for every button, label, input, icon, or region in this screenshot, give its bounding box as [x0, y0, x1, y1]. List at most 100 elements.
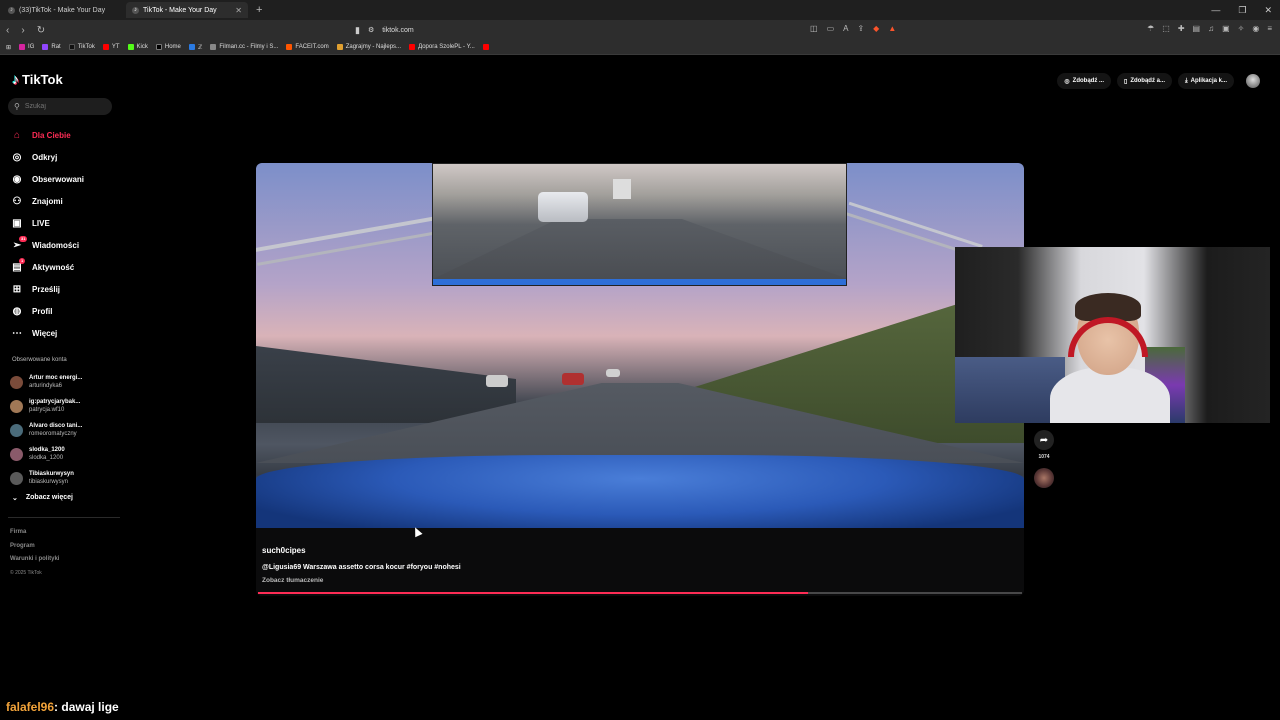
youtube-icon [102, 44, 109, 50]
translate-link[interactable]: Zobacz tłumaczenie [262, 577, 323, 584]
logo-text: TikTok [22, 71, 63, 87]
sidebar-icon[interactable]: ▤ [1193, 24, 1201, 33]
bookmark-szolepl[interactable]: Дорога SzolePL - Y... [409, 44, 475, 50]
extension-icon[interactable]: ☂ [1147, 24, 1154, 33]
user-avatar[interactable] [1246, 74, 1260, 88]
faceit-icon [286, 44, 293, 50]
close-window-icon[interactable]: ✕ [1264, 5, 1272, 16]
followed-account[interactable]: ig:patrycjarybak... patrycja.wf10 [10, 394, 120, 418]
minimize-icon[interactable]: — [1211, 5, 1220, 16]
back-icon[interactable]: ‹ [6, 25, 9, 36]
bookmark-z[interactable]: ℤ [188, 44, 202, 51]
cast-icon[interactable]: ▭ [827, 24, 835, 33]
puzzle-icon[interactable]: ✚ [1178, 24, 1185, 33]
reader-icon[interactable]: ◫ [810, 24, 818, 33]
footer-link-terms[interactable]: Warunki i polityki [10, 553, 59, 567]
sidebar-item-wiecej[interactable]: ⋯ Więcej [10, 322, 120, 344]
sidebar-nav: ⌂ Dla Ciebie ◎ Odkryj ◉ Obserwowani ⚇ Zn… [10, 124, 120, 344]
footer-link-firma[interactable]: Firma [10, 526, 59, 540]
menu-icon[interactable]: ≡ [1267, 24, 1272, 33]
browser-tab-2[interactable]: ♪ TikTok - Make Your Day ✕ [126, 2, 248, 18]
bookmark-yt[interactable]: YT [102, 44, 120, 50]
video-description: @Ligusia69 Warszawa assetto corsa kocur … [262, 564, 461, 571]
footer-link-program[interactable]: Program [10, 540, 59, 554]
brave-rewards-icon[interactable]: ▲ [888, 24, 896, 33]
followed-account[interactable]: Artur moc energi... arturindyka6 [10, 370, 120, 394]
share-button[interactable]: ➦ [1034, 430, 1054, 450]
sidebar-footer: Firma Program Warunki i polityki © 2025 … [10, 526, 59, 580]
see-more-label: Zobacz więcej [25, 494, 73, 501]
apps-icon[interactable]: ⊞ [6, 44, 11, 51]
desktop-app-button[interactable]: ⤓ Aplikacja k... [1177, 73, 1234, 89]
browser-tab-1[interactable]: ♪ (33)TikTok - Make Your Day [2, 2, 124, 18]
tiktok-icon [68, 44, 75, 50]
restore-icon[interactable]: ❐ [1238, 5, 1246, 16]
video-player[interactable]: such0cipes @Ligusia69 Warszawa assetto c… [256, 163, 1024, 596]
coin-icon: ◎ [1064, 78, 1070, 85]
account-name: Tibiaskurwysyn [29, 471, 74, 477]
sidebar-item-live[interactable]: ▣ LIVE [10, 212, 120, 234]
globe-icon [210, 44, 217, 50]
account-username: slodka_1200 [29, 455, 64, 461]
bookmark-kick[interactable]: Kick [127, 44, 148, 50]
chevron-down-icon: ⌄ [12, 495, 18, 502]
twitch-icon [42, 44, 49, 50]
bookmark-label: IG [28, 44, 35, 50]
bookmark-extra[interactable] [482, 44, 489, 50]
sidebar-item-przeslij[interactable]: ⊞ Prześlij [10, 278, 120, 300]
tab-title: (33)TikTok - Make Your Day [19, 6, 106, 14]
sidebar-item-wiadomosci[interactable]: ➢ 31 Wiadomości [10, 234, 120, 256]
sidebar-item-znajomi[interactable]: ⚇ Znajomi [10, 190, 120, 212]
vpn-icon[interactable]: ◉ [1252, 24, 1259, 33]
brave-shield-icon[interactable]: ◆ [873, 24, 879, 33]
music-disc-icon[interactable] [1034, 468, 1054, 488]
new-tab-icon[interactable]: + [256, 4, 262, 16]
bookmark-label: Home [164, 44, 181, 50]
video-progress-bar[interactable] [258, 592, 1022, 594]
bookmark-rat[interactable]: Rat [42, 44, 61, 50]
copyright: © 2025 TikTok [10, 569, 42, 576]
tab-close-icon[interactable]: ✕ [235, 6, 242, 15]
sidebar-item-label: Prześlij [32, 284, 61, 294]
bookmark-ig[interactable]: IG [19, 44, 34, 50]
pill-label: Zdobądź a... [1130, 78, 1165, 84]
forward-icon[interactable]: › [21, 25, 24, 36]
tiktok-logo[interactable]: ♪ TikTok [12, 71, 63, 87]
address-icons: ◫ ▭ A ⇪ ◆ ▲ [810, 24, 896, 33]
bookmark-home[interactable]: Home [155, 44, 181, 50]
bookmark-zagrajmy[interactable]: Zagrajmy - Najleps... [336, 44, 401, 50]
avatar [10, 447, 23, 461]
followed-account[interactable]: Tibiaskurwysyn tibiaskurwysyn [10, 466, 120, 490]
site-info-icon[interactable]: ⚙ [368, 26, 374, 34]
search-input[interactable] [24, 103, 95, 110]
search-box[interactable]: ⚲ [8, 98, 112, 115]
sidebar-item-label: Znajomi [32, 196, 63, 206]
chat-text: : dawaj lige [54, 700, 119, 714]
translate-icon[interactable]: A [843, 24, 848, 33]
get-coins-button[interactable]: ◎ Zdobądź ... [1057, 73, 1111, 89]
account-name: Alvaro disco tani... [29, 423, 83, 429]
video-username[interactable]: such0cipes [262, 546, 306, 555]
home-icon: ⌂ [13, 129, 21, 141]
leo-icon[interactable]: ✧ [1238, 24, 1245, 33]
download-icon: ⤓ [1184, 77, 1188, 84]
music-icon[interactable]: ♫ [1208, 24, 1214, 33]
sidebar-item-obserwowani[interactable]: ◉ Obserwowani [10, 168, 120, 190]
sidebar-item-aktywnosc[interactable]: ▤ 1 Aktywność [10, 256, 120, 278]
followed-account[interactable]: Alvaro disco tani... romeoromatyczny [10, 418, 120, 442]
bookmark-filman[interactable]: Filman.cc - Filmy i S... [210, 44, 278, 50]
share-page-icon[interactable]: ⇪ [857, 24, 864, 33]
wallet-icon[interactable]: ▣ [1222, 24, 1230, 33]
see-more-button[interactable]: ⌄ Zobacz więcej [12, 494, 73, 502]
bookmark-tiktok[interactable]: TikTok [68, 44, 95, 50]
reload-icon[interactable]: ↻ [37, 25, 45, 36]
sidebar-item-odkryj[interactable]: ◎ Odkryj [10, 146, 120, 168]
sidebar-item-dla-ciebie[interactable]: ⌂ Dla Ciebie [10, 124, 120, 146]
video-scene [433, 219, 846, 279]
bookmark-icon[interactable]: ▮ [355, 25, 360, 36]
get-app-button[interactable]: ▯ Zdobądź a... [1117, 73, 1172, 89]
sidebar-item-profil[interactable]: ◍ Profil [10, 300, 120, 322]
followed-account[interactable]: slodka_1200 slodka_1200 [10, 442, 120, 466]
bookmark-faceit[interactable]: FACEIT.com [286, 44, 329, 50]
extension-icon[interactable]: ⬚ [1162, 24, 1170, 33]
